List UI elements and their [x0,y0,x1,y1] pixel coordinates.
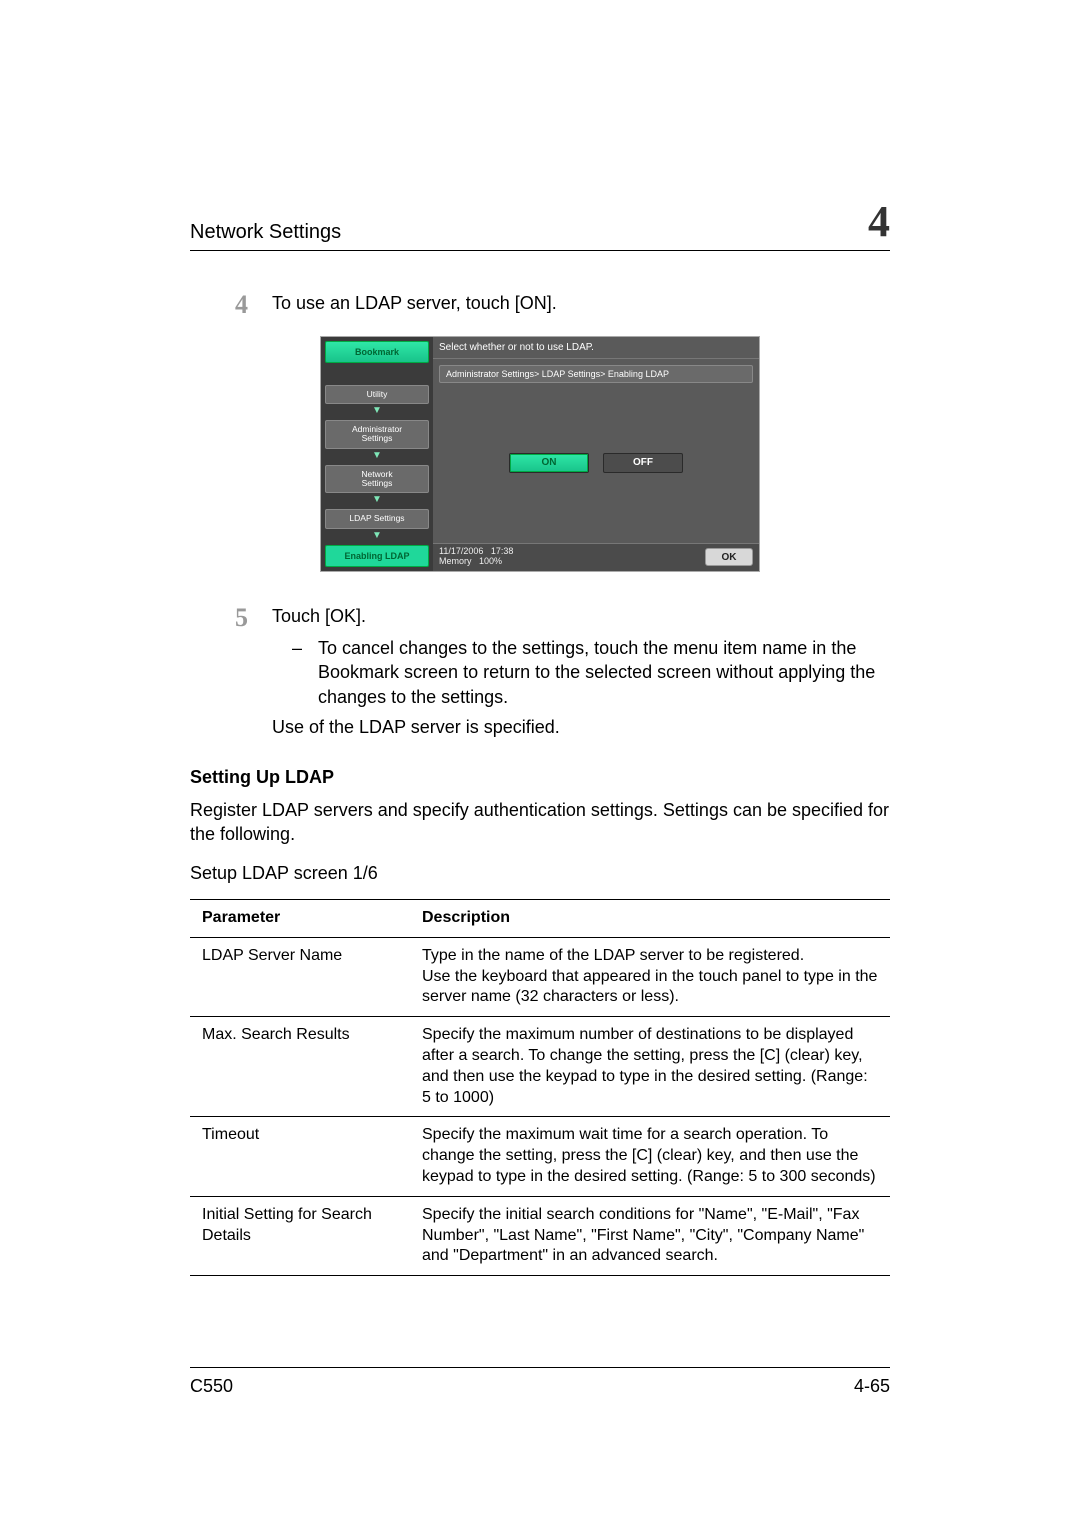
table-row: Timeout Specify the maximum wait time fo… [190,1117,890,1196]
chapter-number: 4 [868,200,890,244]
running-header: Network Settings 4 [190,200,890,251]
desc-cell: Specify the maximum wait time for a sear… [410,1117,890,1196]
sidebar-item-enabling-ldap[interactable]: Enabling LDAP [325,545,429,567]
substep-text: To cancel changes to the settings, touch… [318,636,890,709]
mfp-title-bar: Select whether or not to use LDAP. [433,337,759,359]
step-text: To use an LDAP server, touch [ON]. [272,291,890,320]
running-title: Network Settings [190,221,341,244]
footer-page: 4-65 [854,1376,890,1397]
param-cell: Max. Search Results [190,1017,410,1117]
step-substep: – To cancel changes to the settings, tou… [272,636,890,709]
chevron-down-icon: ▼ [325,531,429,541]
desc-cell: Specify the initial search conditions fo… [410,1196,890,1275]
table-row: LDAP Server Name Type in the name of the… [190,937,890,1016]
off-button[interactable]: OFF [603,453,683,473]
mfp-breadcrumb: Administrator Settings> LDAP Settings> E… [439,365,753,383]
ok-button[interactable]: OK [705,548,753,566]
on-button[interactable]: ON [509,453,589,473]
mfp-footer: 11/17/2006 17:38 Memory 100% OK [433,543,759,571]
mfp-sidebar: Bookmark Utility ▼ Administrator Setting… [321,337,433,571]
embedded-screenshot: Bookmark Utility ▼ Administrator Setting… [190,336,890,572]
mfp-date: 11/17/2006 [439,546,483,556]
step-5: 5 Touch [OK]. – To cancel changes to the… [190,604,890,739]
document-page: Network Settings 4 4 To use an LDAP serv… [0,0,1080,1527]
col-description: Description [410,900,890,938]
dash-bullet: – [292,636,302,709]
step-body: Touch [OK]. – To cancel changes to the s… [272,604,890,739]
mfp-time: 17:38 [491,546,514,556]
sidebar-item-admin[interactable]: Administrator Settings [325,420,429,449]
sidebar-item-utility[interactable]: Utility [325,385,429,404]
mfp-panel: Bookmark Utility ▼ Administrator Setting… [320,336,760,572]
mfp-memory-label: Memory [439,556,472,566]
table-header-row: Parameter Description [190,900,890,938]
mfp-body: ON OFF [433,383,759,543]
mfp-main: Select whether or not to use LDAP. Admin… [433,337,759,571]
section-intro: Register LDAP servers and specify authen… [190,798,890,847]
step-number: 4 [190,291,248,320]
param-cell: Timeout [190,1117,410,1196]
chevron-down-icon: ▼ [325,495,429,505]
mfp-memory-pct: 100% [479,556,502,566]
section-heading: Setting Up LDAP [190,767,890,788]
screen-label: Setup LDAP screen 1/6 [190,861,890,885]
parameter-table: Parameter Description LDAP Server Name T… [190,899,890,1276]
col-parameter: Parameter [190,900,410,938]
desc-cell: Type in the name of the LDAP server to b… [410,937,890,1016]
table-row: Max. Search Results Specify the maximum … [190,1017,890,1117]
step-after-text: Use of the LDAP server is specified. [272,715,890,739]
step-4: 4 To use an LDAP server, touch [ON]. [190,291,890,320]
param-cell: LDAP Server Name [190,937,410,1016]
sidebar-item-ldap[interactable]: LDAP Settings [325,509,429,528]
sidebar-item-network[interactable]: Network Settings [325,465,429,494]
step-number: 5 [190,604,248,739]
chevron-down-icon: ▼ [325,451,429,461]
page-footer: C550 4-65 [190,1367,890,1397]
chevron-down-icon: ▼ [325,406,429,416]
table-row: Initial Setting for Search Details Speci… [190,1196,890,1275]
bookmark-button[interactable]: Bookmark [325,341,429,363]
step-text: Touch [OK]. [272,604,890,628]
param-cell: Initial Setting for Search Details [190,1196,410,1275]
mfp-datetime: 11/17/2006 17:38 Memory 100% [439,547,513,567]
footer-model: C550 [190,1376,233,1397]
desc-cell: Specify the maximum number of destinatio… [410,1017,890,1117]
